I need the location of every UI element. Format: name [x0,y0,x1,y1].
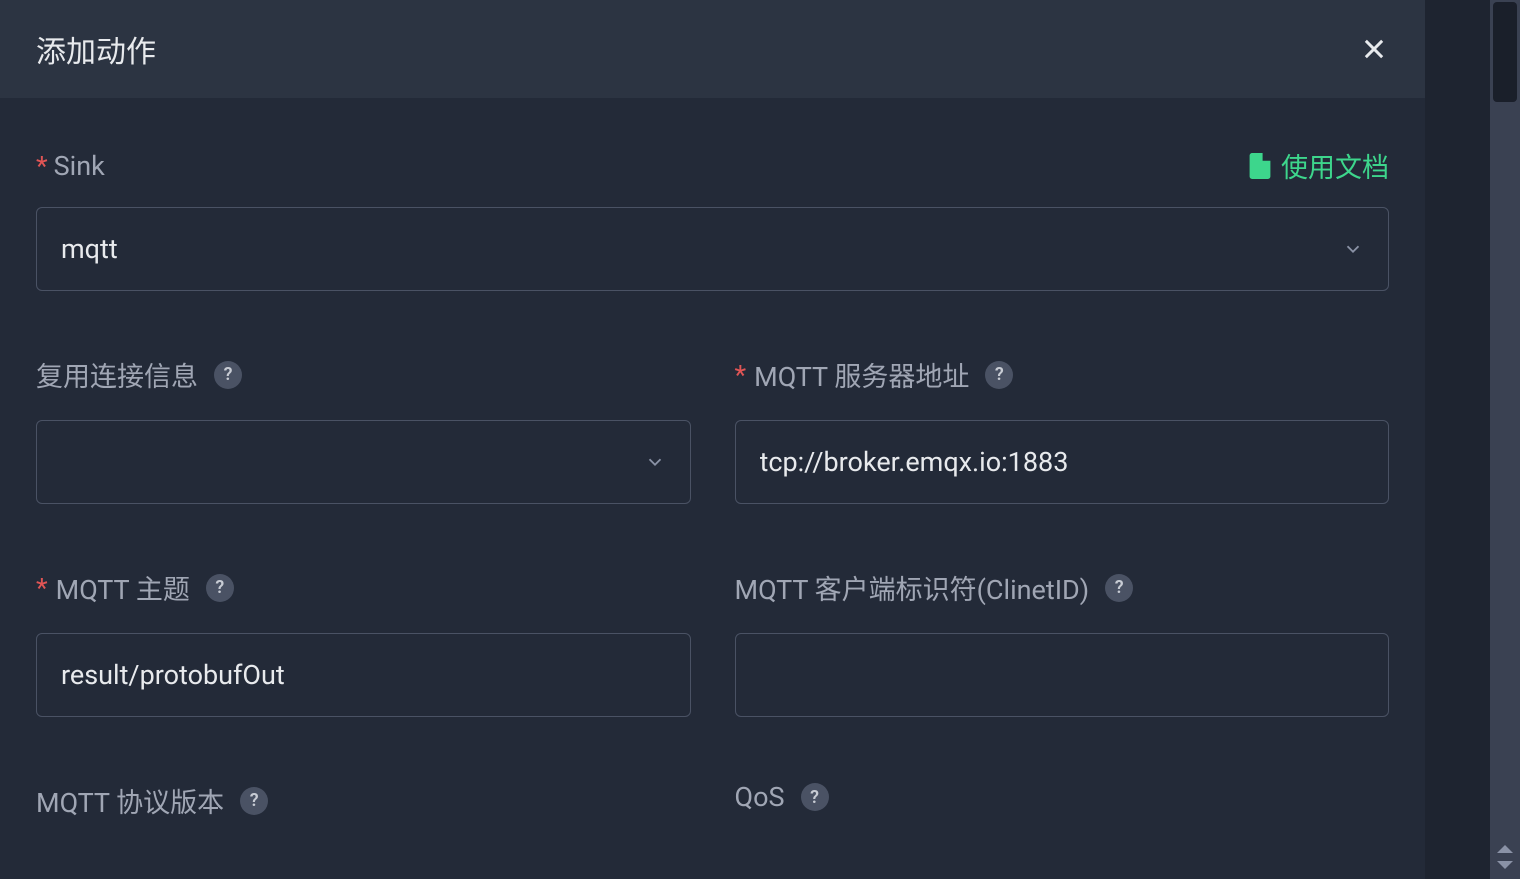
chevron-down-icon [1342,238,1364,260]
scrollbar-arrows [1495,843,1515,871]
mqtt-client-id-label: MQTT 客户端标识符(ClinetID) ? [735,568,1390,607]
help-icon[interactable]: ? [985,361,1013,389]
mqtt-protocol-version-label: MQTT 协议版本 ? [36,781,691,820]
close-button[interactable] [1359,34,1389,64]
help-icon[interactable]: ? [214,361,242,389]
qos-field: QoS ? [735,781,1390,846]
mqtt-protocol-version-field: MQTT 协议版本 ? [36,781,691,846]
qos-label: QoS ? [735,781,1390,813]
mqtt-server-label: * MQTT 服务器地址 ? [735,355,1390,394]
scrollbar[interactable] [1490,0,1520,879]
mqtt-topic-field: * MQTT 主题 ? [36,568,691,717]
sink-label: *Sink [36,150,105,182]
reuse-connection-label: 复用连接信息 ? [36,355,691,394]
chevron-down-icon [644,451,666,473]
document-icon [1249,153,1271,179]
scroll-up-icon[interactable] [1495,843,1515,855]
help-icon[interactable]: ? [206,574,234,602]
mqtt-server-input[interactable] [735,420,1390,504]
add-action-modal: 添加动作 *Sink 使用文档 [0,0,1425,879]
scroll-down-icon[interactable] [1495,859,1515,871]
docs-link[interactable]: 使用文档 [1249,146,1389,185]
help-icon[interactable]: ? [801,783,829,811]
modal-title: 添加动作 [36,27,156,71]
help-icon[interactable]: ? [1105,574,1133,602]
mqtt-client-id-field: MQTT 客户端标识符(ClinetID) ? [735,568,1390,717]
mqtt-topic-input[interactable] [36,633,691,717]
sink-value: mqtt [61,233,118,265]
reuse-connection-select[interactable] [36,420,691,504]
scrollbar-thumb[interactable] [1493,2,1517,102]
close-icon [1360,35,1388,63]
mqtt-topic-label: * MQTT 主题 ? [36,568,691,607]
mqtt-client-id-input[interactable] [735,633,1390,717]
sink-select[interactable]: mqtt [36,207,1389,291]
reuse-connection-field: 复用连接信息 ? [36,355,691,504]
docs-link-label: 使用文档 [1281,146,1389,185]
mqtt-server-field: * MQTT 服务器地址 ? [735,355,1390,504]
help-icon[interactable]: ? [240,787,268,815]
modal-body: *Sink 使用文档 mqtt 复用连接信息 [0,98,1425,846]
modal-header: 添加动作 [0,0,1425,98]
